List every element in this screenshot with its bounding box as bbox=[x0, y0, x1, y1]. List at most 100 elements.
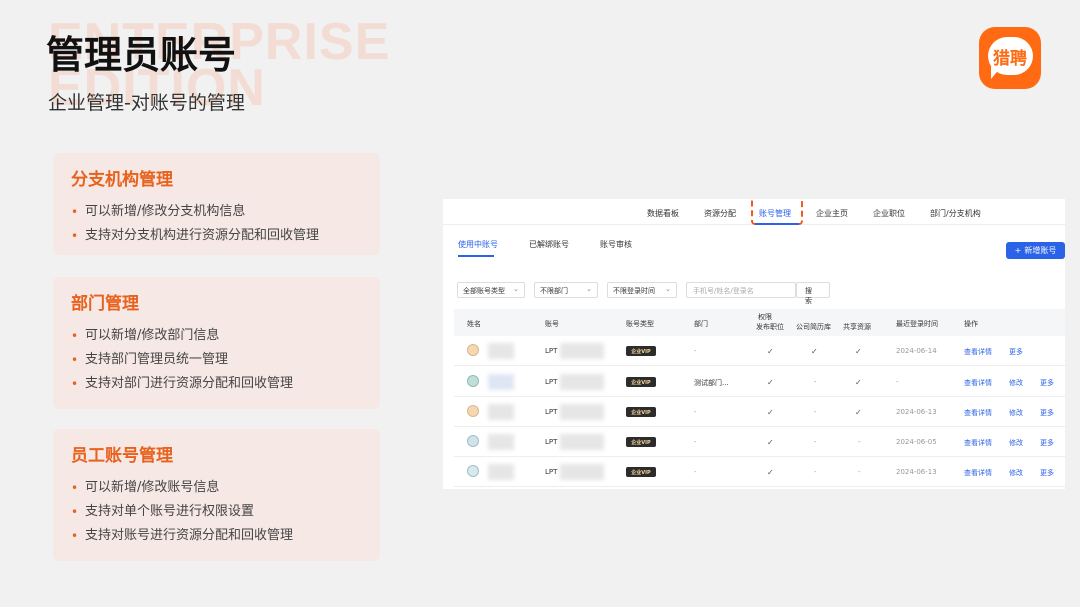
login-time-value: 不限登录时间 bbox=[613, 287, 655, 295]
row-resume-lib: - bbox=[814, 408, 817, 416]
department-value: 不限部门 bbox=[540, 287, 568, 295]
card-item: 支持对单个账号进行权限设置 bbox=[71, 500, 362, 524]
department-select[interactable]: 不限部门 ⌄ bbox=[534, 282, 598, 298]
check-icon: ✓ bbox=[855, 347, 862, 356]
th-account-type: 账号类型 bbox=[626, 320, 654, 328]
card-department: 部门管理 可以新增/修改部门信息 支持部门管理员统一管理 支持对部门进行资源分配… bbox=[53, 277, 380, 409]
edit-link[interactable]: 修改 bbox=[1009, 378, 1023, 388]
nav-departments[interactable]: 部门/分支机构 bbox=[930, 208, 981, 219]
account-type-value: 全部账号类型 bbox=[463, 287, 505, 295]
more-link[interactable]: 更多 bbox=[1040, 468, 1054, 478]
avatar bbox=[467, 435, 479, 447]
row-resume-lib: - bbox=[814, 378, 817, 386]
highlight-box bbox=[751, 199, 803, 225]
plus-icon: + bbox=[1014, 246, 1022, 255]
active-underline bbox=[755, 223, 799, 225]
th-name: 姓名 bbox=[467, 320, 481, 328]
check-icon: ✓ bbox=[767, 378, 774, 387]
card-title: 员工账号管理 bbox=[71, 446, 173, 466]
subtab-underline bbox=[458, 255, 494, 257]
redaction bbox=[560, 464, 604, 480]
table-row: LPT 企业VIP - ✓ - ✓ 2024-06-13 查看详情 修改 更多 bbox=[454, 397, 1065, 427]
avatar bbox=[467, 405, 479, 417]
table-row: LPT 企业VIP - ✓ - - 2024-06-05 查看详情 修改 更多 bbox=[454, 427, 1065, 457]
edit-link[interactable]: 修改 bbox=[1009, 468, 1023, 478]
view-details-link[interactable]: 查看详情 bbox=[964, 408, 992, 418]
check-icon: ✓ bbox=[767, 347, 774, 356]
nav-company-jobs[interactable]: 企业职位 bbox=[873, 208, 905, 219]
card-item: 支持对分支机构进行资源分配和回收管理 bbox=[71, 224, 362, 248]
search-input[interactable]: 手机号/姓名/登录名 bbox=[686, 282, 796, 298]
row-last-login: 2024-06-13 bbox=[896, 408, 937, 416]
card-title: 部门管理 bbox=[71, 294, 139, 314]
nav-dashboard[interactable]: 数据看板 bbox=[647, 208, 679, 219]
edit-link[interactable]: 修改 bbox=[1009, 408, 1023, 418]
chevron-down-icon: ⌄ bbox=[586, 285, 592, 293]
view-details-link[interactable]: 查看详情 bbox=[964, 378, 992, 388]
th-resume-lib: 公司简历库 bbox=[796, 323, 831, 331]
more-link[interactable]: 更多 bbox=[1009, 347, 1023, 357]
account-type-select[interactable]: 全部账号类型 ⌄ bbox=[457, 282, 525, 298]
tab-active-accounts[interactable]: 使用中账号 bbox=[458, 239, 498, 250]
check-icon: ✓ bbox=[855, 378, 862, 387]
redaction bbox=[488, 343, 514, 359]
login-time-select[interactable]: 不限登录时间 ⌄ bbox=[607, 282, 677, 298]
check-icon: ✓ bbox=[855, 408, 862, 417]
redaction bbox=[560, 404, 604, 420]
check-icon: ✓ bbox=[811, 347, 818, 356]
row-shared: - bbox=[858, 438, 861, 446]
table-row: LPT 企业VIP - ✓ - - 2024-06-13 查看详情 修改 更多 bbox=[454, 457, 1065, 487]
redaction bbox=[488, 404, 514, 420]
more-link[interactable]: 更多 bbox=[1040, 378, 1054, 388]
redaction bbox=[560, 374, 604, 390]
vip-badge: 企业VIP bbox=[626, 346, 656, 356]
search-button[interactable]: 搜 索 bbox=[796, 282, 830, 305]
row-last-login: 2024-06-05 bbox=[896, 438, 937, 446]
more-link[interactable]: 更多 bbox=[1040, 408, 1054, 418]
page-title: 管理员账号 bbox=[46, 33, 237, 77]
avatar bbox=[467, 375, 479, 387]
row-account: LPT bbox=[545, 378, 558, 386]
avatar bbox=[467, 344, 479, 356]
redaction bbox=[488, 434, 514, 450]
table-header: 姓名 账号 账号类型 部门 权限 发布职位 公司简历库 共享资源 最近登录时间 … bbox=[454, 309, 1065, 336]
vip-badge: 企业VIP bbox=[626, 377, 656, 387]
row-department: - bbox=[694, 347, 697, 355]
th-post-job: 发布职位 bbox=[756, 323, 784, 331]
view-details-link[interactable]: 查看详情 bbox=[964, 347, 992, 357]
check-icon: ✓ bbox=[767, 438, 774, 447]
view-details-link[interactable]: 查看详情 bbox=[964, 438, 992, 448]
row-last-login: 2024-06-14 bbox=[896, 347, 937, 355]
row-account: LPT bbox=[545, 468, 558, 476]
liepin-logo: 猎聘 bbox=[979, 27, 1041, 89]
card-employee: 员工账号管理 可以新增/修改账号信息 支持对单个账号进行权限设置 支持对账号进行… bbox=[53, 429, 380, 561]
th-department: 部门 bbox=[694, 320, 708, 328]
table-row: LPT 企业VIP 测试部门... ✓ - ✓ - 查看详情 修改 更多 bbox=[454, 367, 1065, 397]
check-icon: ✓ bbox=[767, 468, 774, 477]
view-details-link[interactable]: 查看详情 bbox=[964, 468, 992, 478]
chevron-down-icon: ⌄ bbox=[513, 285, 519, 293]
redaction bbox=[560, 434, 604, 450]
logo-text: 猎聘 bbox=[993, 49, 1027, 69]
tab-account-review[interactable]: 账号审核 bbox=[600, 239, 632, 250]
row-department: - bbox=[694, 438, 697, 446]
row-resume-lib: - bbox=[814, 468, 817, 476]
card-item: 支持对部门进行资源分配和回收管理 bbox=[71, 372, 362, 396]
card-branch: 分支机构管理 可以新增/修改分支机构信息 支持对分支机构进行资源分配和回收管理 bbox=[53, 153, 380, 255]
redaction bbox=[560, 343, 604, 359]
avatar bbox=[467, 465, 479, 477]
row-department: - bbox=[694, 408, 697, 416]
table-row: LPT 企业VIP - ✓ ✓ ✓ 2024-06-14 查看详情 更多 bbox=[454, 336, 1065, 366]
nav-resource-allocation[interactable]: 资源分配 bbox=[704, 208, 736, 219]
new-account-button[interactable]: + 新增账号 bbox=[1006, 242, 1065, 259]
th-last-login: 最近登录时间 bbox=[896, 320, 938, 328]
tab-unbound-accounts[interactable]: 已解绑账号 bbox=[529, 239, 569, 250]
more-link[interactable]: 更多 bbox=[1040, 438, 1054, 448]
row-department: - bbox=[694, 468, 697, 476]
card-item: 可以新增/修改账号信息 bbox=[71, 476, 362, 500]
check-icon: ✓ bbox=[767, 408, 774, 417]
row-last-login: 2024-06-13 bbox=[896, 468, 937, 476]
vip-badge: 企业VIP bbox=[626, 407, 656, 417]
edit-link[interactable]: 修改 bbox=[1009, 438, 1023, 448]
nav-company-home[interactable]: 企业主页 bbox=[816, 208, 848, 219]
